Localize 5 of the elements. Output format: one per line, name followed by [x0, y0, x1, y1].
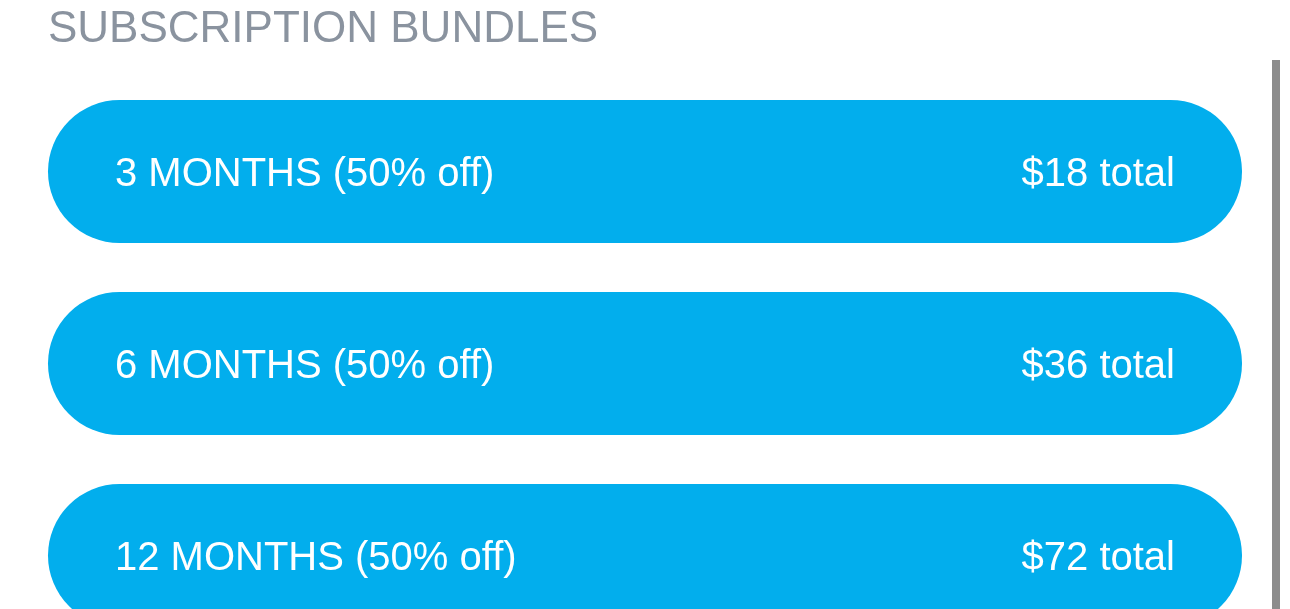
- bundle-button[interactable]: 12 MONTHS (50% off) $72 total: [48, 484, 1242, 609]
- section-title: SUBSCRIPTION BUNDLES: [48, 1, 599, 53]
- bundle-button[interactable]: 3 MONTHS (50% off) $18 total: [48, 100, 1242, 243]
- scrollbar[interactable]: [1272, 60, 1280, 609]
- bundle-button[interactable]: 6 MONTHS (50% off) $36 total: [48, 292, 1242, 435]
